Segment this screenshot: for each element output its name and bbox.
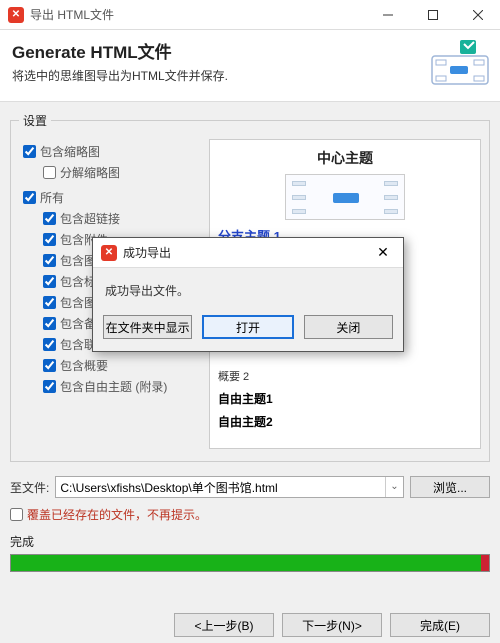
overwrite-row[interactable]: 覆盖已经存在的文件，不再提示。 — [10, 506, 490, 523]
checkbox-decompose-thumbnail[interactable]: 分解缩略图 — [43, 164, 209, 181]
checkbox-all[interactable]: 所有 — [23, 189, 209, 206]
browse-button[interactable]: 浏览... — [410, 476, 490, 498]
close-button[interactable]: 关闭 — [304, 315, 393, 339]
window-title: 导出 HTML文件 — [30, 6, 114, 23]
window-titlebar: ✕ 导出 HTML文件 — [0, 0, 500, 30]
preview-free-topic-2: 自由主题2 — [218, 413, 472, 430]
dialog-titlebar: ✕ 成功导出 ✕ — [93, 238, 403, 268]
progress-bar — [10, 554, 490, 572]
progress-label: 完成 — [10, 533, 490, 550]
dialog-message: 成功导出文件。 — [93, 268, 403, 307]
output-path-label: 至文件: — [10, 479, 49, 496]
chevron-down-icon[interactable]: ⌄ — [385, 477, 403, 497]
page-subtitle: 将选中的思维图导出为HTML文件并保存. — [12, 67, 488, 84]
preview-center-topic: 中心主题 — [218, 148, 472, 168]
dialog-title: 成功导出 — [123, 244, 363, 261]
close-window-button[interactable] — [455, 0, 500, 30]
checkbox-include-hyperlink[interactable]: 包含超链接 — [43, 210, 209, 227]
output-path-combo[interactable]: ⌄ — [55, 476, 404, 498]
overwrite-checkbox[interactable] — [10, 508, 23, 521]
minimize-button[interactable] — [365, 0, 410, 30]
app-icon: ✕ — [8, 7, 24, 23]
preview-thumbnail — [285, 174, 405, 220]
overwrite-label: 覆盖已经存在的文件，不再提示。 — [27, 506, 207, 523]
preview-free-topic-1: 自由主题1 — [218, 390, 472, 407]
checkbox-include-thumbnail[interactable]: 包含缩略图 — [23, 143, 209, 160]
header-illustration — [430, 38, 490, 88]
output-path-input[interactable] — [56, 480, 385, 494]
close-icon[interactable]: ✕ — [363, 244, 403, 261]
page-title: Generate HTML文件 — [12, 38, 488, 63]
app-icon: ✕ — [101, 245, 117, 261]
output-path-row: 至文件: ⌄ 浏览... — [10, 476, 490, 498]
settings-legend: 设置 — [19, 112, 51, 129]
finish-button[interactable]: 完成(E) — [390, 613, 490, 637]
checkbox-include-summary[interactable]: 包含概要 — [43, 357, 209, 374]
preview-summary2: 概要 2 — [218, 368, 472, 384]
show-in-folder-button[interactable]: 在文件夹中显示 — [103, 315, 192, 339]
export-success-dialog: ✕ 成功导出 ✕ 成功导出文件。 在文件夹中显示 打开 关闭 — [92, 237, 404, 352]
open-button[interactable]: 打开 — [202, 315, 293, 339]
next-button[interactable]: 下一步(N)> — [282, 613, 382, 637]
maximize-button[interactable] — [410, 0, 455, 30]
back-button[interactable]: <上一步(B) — [174, 613, 274, 637]
wizard-nav-buttons: <上一步(B) 下一步(N)> 完成(E) — [174, 613, 490, 637]
wizard-header: Generate HTML文件 将选中的思维图导出为HTML文件并保存. — [0, 30, 500, 102]
checkbox-include-free-topic[interactable]: 包含自由主题 (附录) — [43, 378, 209, 395]
